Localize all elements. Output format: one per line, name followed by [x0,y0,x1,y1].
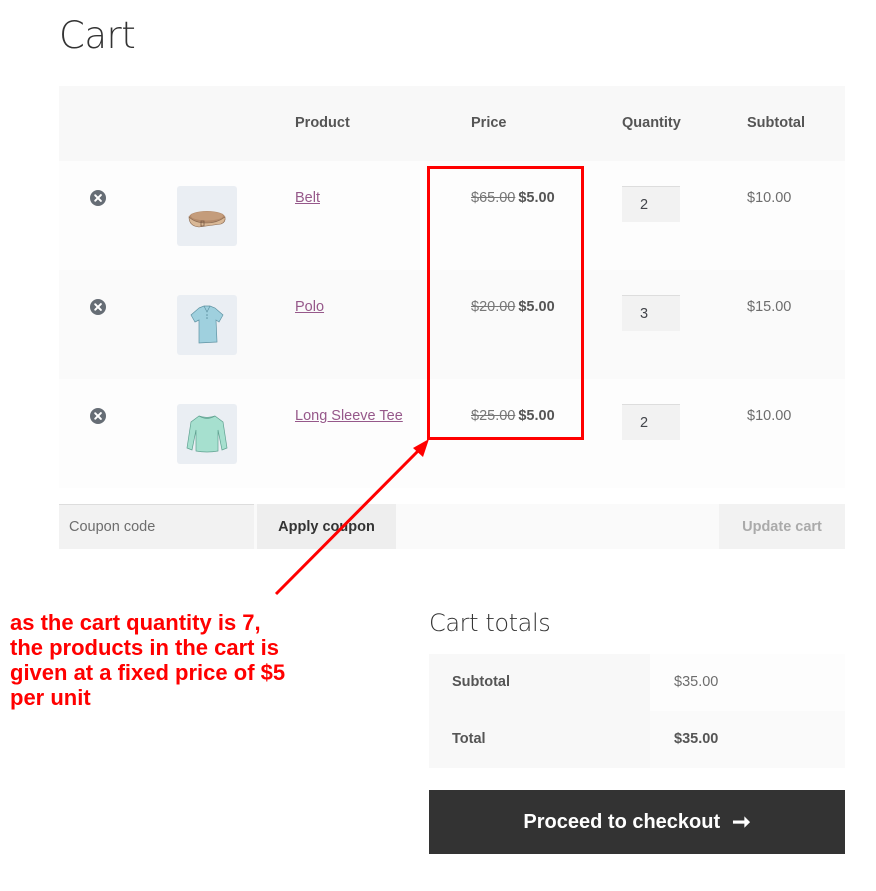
proceed-to-checkout-button[interactable]: Proceed to checkout ➞ [429,790,845,854]
totals-total-label: Total [429,711,650,768]
price: $65.00 $5.00 [471,190,555,206]
price: $25.00 $5.00 [471,408,555,424]
checkout-label: Proceed to checkout [523,810,721,833]
right-arrow-icon: ➞ [732,809,751,834]
regular-price: $20.00 [471,299,516,315]
long-sleeve-tee-icon [186,415,228,453]
cart-totals-title: Cart totals [429,609,551,637]
totals-subtotal-row: Subtotal $35.00 [429,654,845,711]
remove-item-icon[interactable] [90,190,106,206]
remove-item-icon[interactable] [90,408,106,424]
belt-thumbnail[interactable] [177,186,237,246]
long-sleeve-tee-thumbnail[interactable] [177,404,237,464]
header-quantity: Quantity [622,115,681,131]
totals-subtotal-value: $35.00 [650,654,845,711]
row-subtotal: $10.00 [747,408,792,424]
remove-item-icon[interactable] [90,299,106,315]
table-row: Belt $65.00$5.00 $10.00 [59,161,845,270]
sale-price: $5.00 [518,190,555,206]
cart-table: Product Price Quantity Subtotal Belt $65… [59,86,845,488]
page-title: Cart [59,14,136,57]
header-price: Price [471,115,507,131]
product-link[interactable]: Belt [295,190,320,206]
apply-coupon-button[interactable]: Apply coupon [257,504,396,549]
row-subtotal: $10.00 [747,190,792,206]
totals-subtotal-label: Subtotal [429,654,650,711]
annotation-text: as the cart quantity is 7, the products … [10,610,286,710]
belt-icon [188,211,226,228]
regular-price: $65.00 [471,190,516,206]
sale-price: $5.00 [518,408,555,424]
quantity-input[interactable] [622,186,680,222]
update-cart-button[interactable]: Update cart [719,504,845,549]
price: $20.00 $5.00 [471,299,555,315]
header-subtotal: Subtotal [747,115,805,131]
polo-thumbnail[interactable] [177,295,237,355]
sale-price: $5.00 [518,299,555,315]
table-row: Long Sleeve Tee $25.00$5.00 $10.00 [59,379,845,488]
row-subtotal: $15.00 [747,299,792,315]
polo-shirt-icon [190,305,224,344]
quantity-input[interactable] [622,404,680,440]
product-link[interactable]: Long Sleeve Tee [295,408,403,424]
product-link[interactable]: Polo [295,299,324,315]
regular-price: $25.00 [471,408,516,424]
totals-total-value: $35.00 [650,711,845,768]
totals-total-row: Total $35.00 [429,711,845,768]
quantity-input[interactable] [622,295,680,331]
table-row: Polo $20.00$5.00 $15.00 [59,270,845,379]
table-header: Product Price Quantity Subtotal [59,86,845,161]
coupon-code-input[interactable] [59,504,254,549]
cart-totals-table: Subtotal $35.00 Total $35.00 [429,654,845,768]
header-product: Product [295,115,350,131]
cart-actions: Apply coupon Update cart [59,504,845,549]
